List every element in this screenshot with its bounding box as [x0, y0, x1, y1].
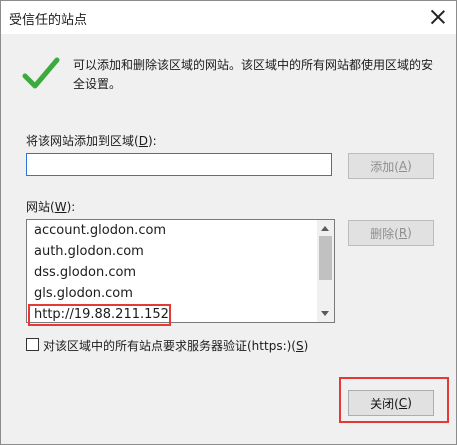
scroll-down-icon[interactable] — [321, 311, 329, 316]
title-bar: 受信任的站点 — [1, 1, 456, 34]
close-button[interactable]: 关闭(C) — [348, 390, 434, 416]
checkmark-icon — [22, 57, 60, 89]
info-text: 可以添加和删除该区域的网站。该区域中的所有网站都使用区域的安全设置。 — [73, 58, 434, 91]
list-item[interactable]: gls.glodon.com — [34, 286, 133, 301]
trusted-sites-dialog: 受信任的站点 可以添加和删除该区域的网站。该区域中的所有网站都使用区域的安全设置… — [0, 0, 457, 445]
dialog-title: 受信任的站点 — [9, 13, 88, 28]
close-icon[interactable] — [428, 7, 448, 27]
scroll-up-icon[interactable] — [321, 226, 329, 231]
https-checkbox[interactable] — [26, 338, 39, 351]
websites-label: 网站(W): — [26, 200, 76, 214]
list-item[interactable]: auth.glodon.com — [34, 244, 144, 259]
add-site-label: 将该网站添加到区域(D): — [26, 134, 157, 148]
remove-button[interactable]: 删除(R) — [348, 220, 434, 246]
scroll-thumb[interactable] — [319, 236, 332, 280]
list-item[interactable]: dss.glodon.com — [34, 265, 136, 280]
highlight-box — [28, 304, 171, 326]
add-button[interactable]: 添加(A) — [348, 153, 434, 179]
list-item[interactable]: account.glodon.com — [34, 223, 166, 238]
list-scrollbar[interactable] — [317, 220, 334, 322]
https-label[interactable]: 对该区域中的所有站点要求服务器验证(https:)(S) — [43, 337, 308, 354]
add-site-input[interactable] — [26, 153, 332, 176]
